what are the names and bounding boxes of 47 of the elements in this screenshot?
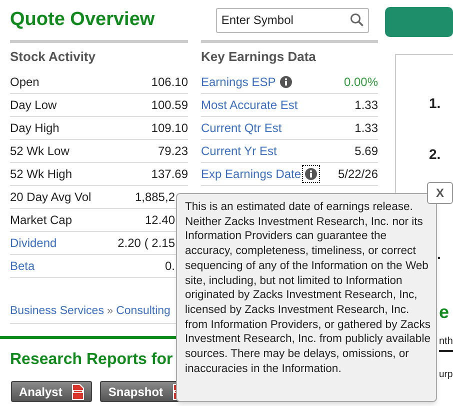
- stat-link[interactable]: Dividend: [10, 234, 57, 252]
- earnings-link[interactable]: Current Yr Est: [201, 142, 277, 160]
- search-icon[interactable]: [350, 12, 364, 26]
- breadcrumb-link[interactable]: Consulting: [116, 302, 170, 320]
- breadcrumb-link[interactable]: Business Services: [10, 302, 104, 320]
- section-heading: Key Earnings Data: [201, 48, 317, 66]
- stat-label: 52 Wk High: [10, 166, 72, 183]
- table-cell-text: urp: [439, 368, 453, 382]
- earnings-link[interactable]: Current Qtr Est: [201, 119, 282, 137]
- section-title: Research Reports for: [10, 350, 173, 370]
- stat-value: 2.20 ( 2.15: [118, 235, 175, 252]
- stat-value: 100.59: [151, 97, 188, 114]
- earnings-link[interactable]: Exp Earnings Date: [201, 165, 302, 183]
- report-button[interactable]: Analyst: [11, 381, 92, 402]
- close-button[interactable]: X: [427, 182, 453, 204]
- earnings-link[interactable]: Earnings ESP: [201, 73, 276, 91]
- stat-value: 12.40: [144, 212, 175, 229]
- earnings-link[interactable]: Most Accurate Est: [201, 96, 298, 114]
- earnings-value: 5/22/26: [338, 166, 378, 183]
- earnings-value: 5.69: [354, 143, 378, 160]
- list-number: .: [437, 245, 441, 264]
- stat-value: 79.23: [158, 143, 188, 160]
- stat-value: 137.69: [151, 166, 188, 183]
- page-title: Quote Overview: [10, 8, 156, 32]
- stat-label: Day High: [10, 120, 60, 137]
- list-number: 2.: [429, 145, 441, 164]
- stat-label: Open: [10, 74, 40, 91]
- tab[interactable]: nth: [439, 334, 453, 352]
- info-icon[interactable]: [302, 165, 320, 183]
- list-number: 1.: [429, 94, 441, 113]
- search-field[interactable]: Enter Symbol: [216, 8, 369, 32]
- stat-value: 109.10: [151, 120, 188, 137]
- section-title: e: [439, 301, 450, 324]
- stat-link[interactable]: Beta: [10, 257, 35, 275]
- stat-label: 52 Wk Low: [10, 143, 70, 160]
- stat-label: Day Low: [10, 97, 57, 114]
- pdf-icon: [72, 384, 84, 400]
- earnings-value: 1.33: [354, 120, 378, 137]
- earnings-value: 0.00%: [344, 74, 378, 91]
- earnings-value: 1.33: [354, 97, 378, 114]
- stat-value: 0.: [164, 258, 175, 275]
- stat-value: 106.10: [151, 74, 188, 91]
- breadcrumb-separator: »: [106, 304, 114, 320]
- stat-label: 20 Day Avg Vol: [10, 189, 92, 206]
- section-heading: Stock Activity: [10, 48, 96, 66]
- stat-label: Market Cap: [10, 212, 72, 229]
- stat-value: 1,885,2: [134, 189, 175, 206]
